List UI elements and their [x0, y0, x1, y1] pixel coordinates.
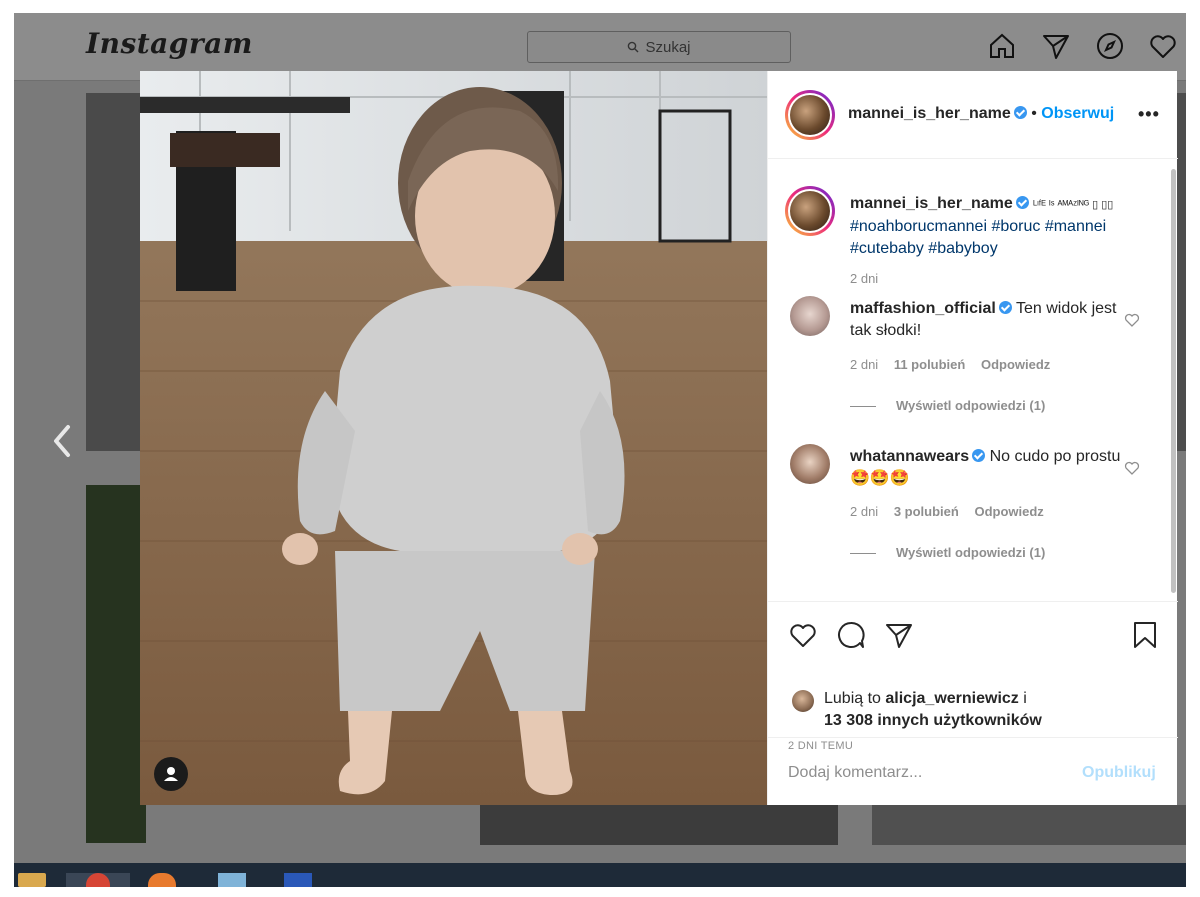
instagram-logo[interactable]: Instagram — [86, 27, 253, 60]
app-icon[interactable] — [284, 873, 312, 887]
view-replies-button[interactable]: Wyświetl odpowiedzi (1) — [850, 545, 1045, 560]
direct-icon[interactable] — [1041, 31, 1071, 61]
caption-text: ᴸᶦᶠᴱ ᴵˢ ᴬᴹᴬᶻᴵᴺᴳ ▯ ▯▯ — [1033, 199, 1114, 211]
caption-avatar[interactable] — [785, 186, 835, 236]
firefox-icon[interactable] — [148, 873, 176, 887]
like-heart-icon[interactable] — [788, 620, 818, 650]
comment-likes[interactable]: 3 polubień — [894, 504, 959, 519]
liker-avatar[interactable] — [792, 690, 814, 712]
hashtag[interactable]: #noahborucmannei — [850, 218, 987, 235]
comment-avatar[interactable] — [790, 296, 830, 336]
save-bookmark-icon[interactable] — [1130, 620, 1160, 650]
like-comment-heart-icon[interactable] — [1124, 460, 1140, 476]
comment-time: 2 dni — [850, 504, 879, 519]
comment-time: 2 dni — [850, 357, 879, 372]
verified-badge-icon — [1015, 196, 1029, 209]
taskbar — [14, 863, 1186, 887]
user-icon — [164, 767, 178, 781]
comment: whatannawears No cudo po prostu 🤩🤩🤩 — [850, 446, 1130, 490]
reply-button[interactable]: Odpowiedz — [981, 357, 1050, 372]
follow-button[interactable]: Obserwuj — [1041, 105, 1114, 122]
view-replies-button[interactable]: Wyświetl odpowiedzi (1) — [850, 398, 1045, 413]
post-actions: Lubią to alicja_werniewicz i 13 308 inny… — [768, 601, 1178, 752]
like-comment-heart-icon[interactable] — [1124, 312, 1140, 328]
comment-meta: 2 dni 3 polubień Odpowiedz — [850, 504, 1056, 519]
comment-avatar[interactable] — [790, 444, 830, 484]
comment-bubble-icon[interactable] — [836, 620, 866, 650]
post-header: mannei_is_her_name • Obserwuj ••• — [768, 71, 1178, 159]
grid-thumbnail[interactable] — [86, 485, 146, 843]
file-explorer-icon[interactable] — [18, 873, 46, 887]
tagged-users-button[interactable] — [154, 757, 188, 791]
post-header-user: mannei_is_her_name • Obserwuj — [848, 105, 1114, 123]
comments-scrollbar[interactable] — [1171, 169, 1176, 593]
post-modal: mannei_is_her_name • Obserwuj ••• mannei… — [140, 71, 1178, 805]
comments-list: mannei_is_her_name ᴸᶦᶠᴱ ᴵˢ ᴬᴹᴬᶻᴵᴺᴳ ▯ ▯▯ … — [768, 160, 1178, 600]
comment-username[interactable]: whatannawears — [850, 448, 969, 465]
liker-username[interactable]: alicja_werniewicz — [885, 690, 1018, 707]
search-icon — [628, 41, 639, 53]
publish-button[interactable]: Opublikuj — [1082, 764, 1156, 782]
caption-username[interactable]: mannei_is_her_name — [850, 195, 1013, 212]
likes-count[interactable]: 13 308 innych użytkowników — [824, 712, 1042, 729]
photo-baby-in-hoodie — [140, 71, 767, 805]
share-direct-icon[interactable] — [884, 620, 914, 650]
hashtag[interactable]: #babyboy — [928, 240, 997, 257]
add-comment-bar: Opublikuj — [768, 737, 1178, 805]
verified-badge-icon — [998, 301, 1012, 314]
verified-badge-icon — [972, 449, 986, 462]
explore-icon[interactable] — [1095, 31, 1125, 61]
more-options-icon[interactable]: ••• — [1138, 104, 1160, 125]
comment: maffashion_official Ten widok jest tak s… — [850, 298, 1130, 342]
home-icon[interactable] — [987, 31, 1017, 61]
author-username[interactable]: mannei_is_her_name — [848, 105, 1011, 122]
search-placeholder: Szukaj — [645, 38, 691, 56]
hashtag[interactable]: #cutebaby — [850, 240, 924, 257]
caption-time: 2 dni — [850, 271, 879, 286]
likes-suffix: i — [1023, 690, 1027, 707]
separator-dot: • — [1031, 105, 1037, 122]
caption: mannei_is_her_name ᴸᶦᶠᴱ ᴵˢ ᴬᴹᴬᶻᴵᴺᴳ ▯ ▯▯ … — [850, 193, 1130, 260]
likes-prefix: Lubią to — [824, 690, 881, 707]
grid-thumbnail[interactable] — [86, 93, 146, 451]
app-icon[interactable] — [218, 873, 246, 887]
browser-viewport: Instagram Szukaj mannei_is_her_name • Ob… — [14, 13, 1186, 887]
post-photo[interactable] — [140, 71, 767, 805]
search-input[interactable]: Szukaj — [527, 31, 791, 63]
likes-summary: Lubią to alicja_werniewicz i 13 308 inny… — [792, 688, 1042, 732]
grid-thumbnail[interactable] — [872, 805, 1186, 845]
verified-badge-icon — [1013, 106, 1027, 119]
grid-thumbnail[interactable] — [480, 805, 838, 845]
comment-input[interactable] — [788, 760, 1078, 786]
previous-post-arrow-icon[interactable] — [48, 423, 76, 459]
comment-likes[interactable]: 11 polubień — [894, 357, 966, 372]
reply-button[interactable]: Odpowiedz — [974, 504, 1043, 519]
comment-meta: 2 dni 11 polubień Odpowiedz — [850, 357, 1062, 372]
hashtag[interactable]: #boruc — [991, 218, 1040, 235]
grid-thumbnail[interactable] — [1177, 93, 1186, 451]
comment-username[interactable]: maffashion_official — [850, 300, 996, 317]
chrome-icon[interactable] — [66, 873, 130, 887]
post-sidebar: mannei_is_her_name • Obserwuj ••• mannei… — [767, 71, 1178, 805]
activity-heart-icon[interactable] — [1148, 31, 1178, 61]
author-avatar[interactable] — [785, 90, 835, 140]
hashtag[interactable]: #mannei — [1045, 218, 1106, 235]
